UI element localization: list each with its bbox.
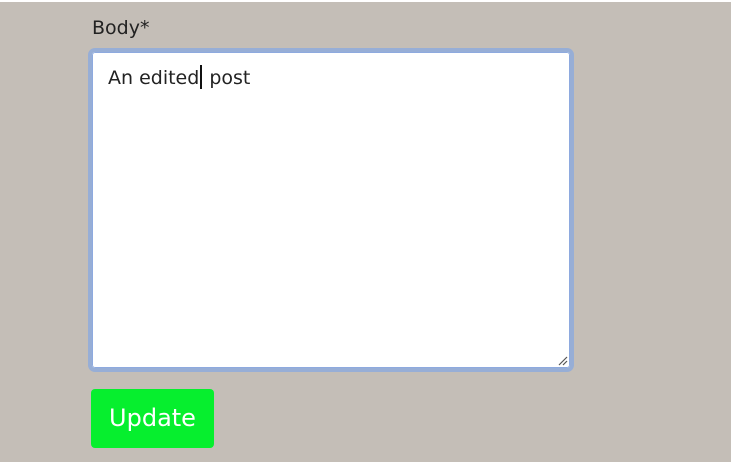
top-edge-divider (0, 0, 731, 2)
body-field-label: Body* (92, 17, 150, 39)
body-text-before-caret: An edited (108, 67, 200, 89)
body-text-after-caret: post (203, 67, 251, 89)
update-button[interactable]: Update (91, 389, 214, 448)
body-textarea-value: An edited post (108, 65, 250, 90)
resize-grip-icon[interactable] (556, 354, 568, 366)
body-textarea[interactable]: An edited post (88, 48, 574, 372)
text-caret (200, 65, 203, 89)
textarea-inner-border (92, 52, 570, 368)
